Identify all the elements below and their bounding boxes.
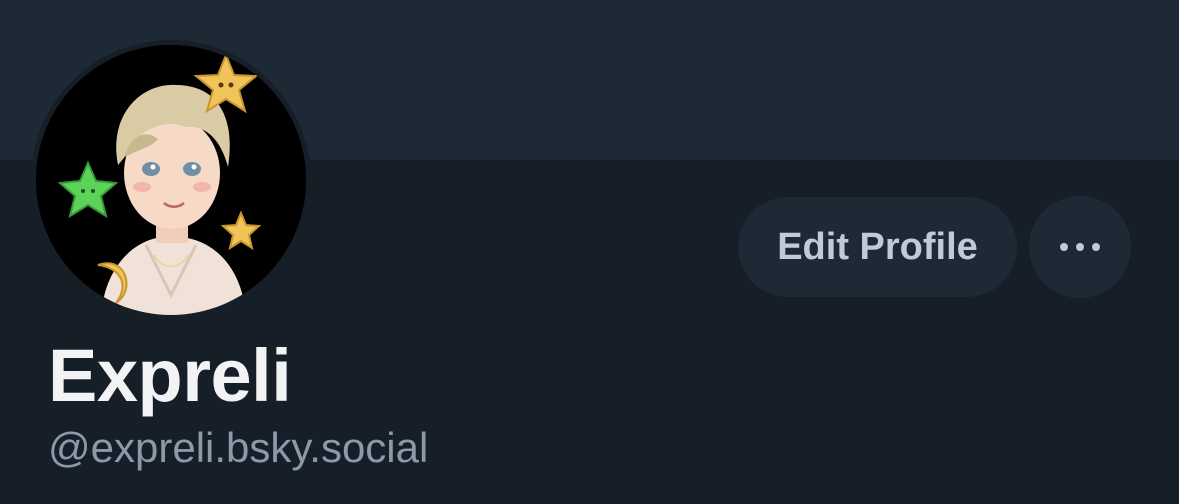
avatar[interactable] <box>36 45 306 315</box>
display-name: Expreli <box>48 334 292 417</box>
ellipsis-icon-dot <box>1076 243 1084 251</box>
avatar-image <box>36 45 306 315</box>
more-options-button[interactable] <box>1029 196 1131 298</box>
edit-profile-button[interactable]: Edit Profile <box>738 197 1017 297</box>
ellipsis-icon-dot <box>1092 243 1100 251</box>
user-handle: @expreli.bsky.social <box>48 424 429 471</box>
ellipsis-icon <box>1060 243 1068 251</box>
